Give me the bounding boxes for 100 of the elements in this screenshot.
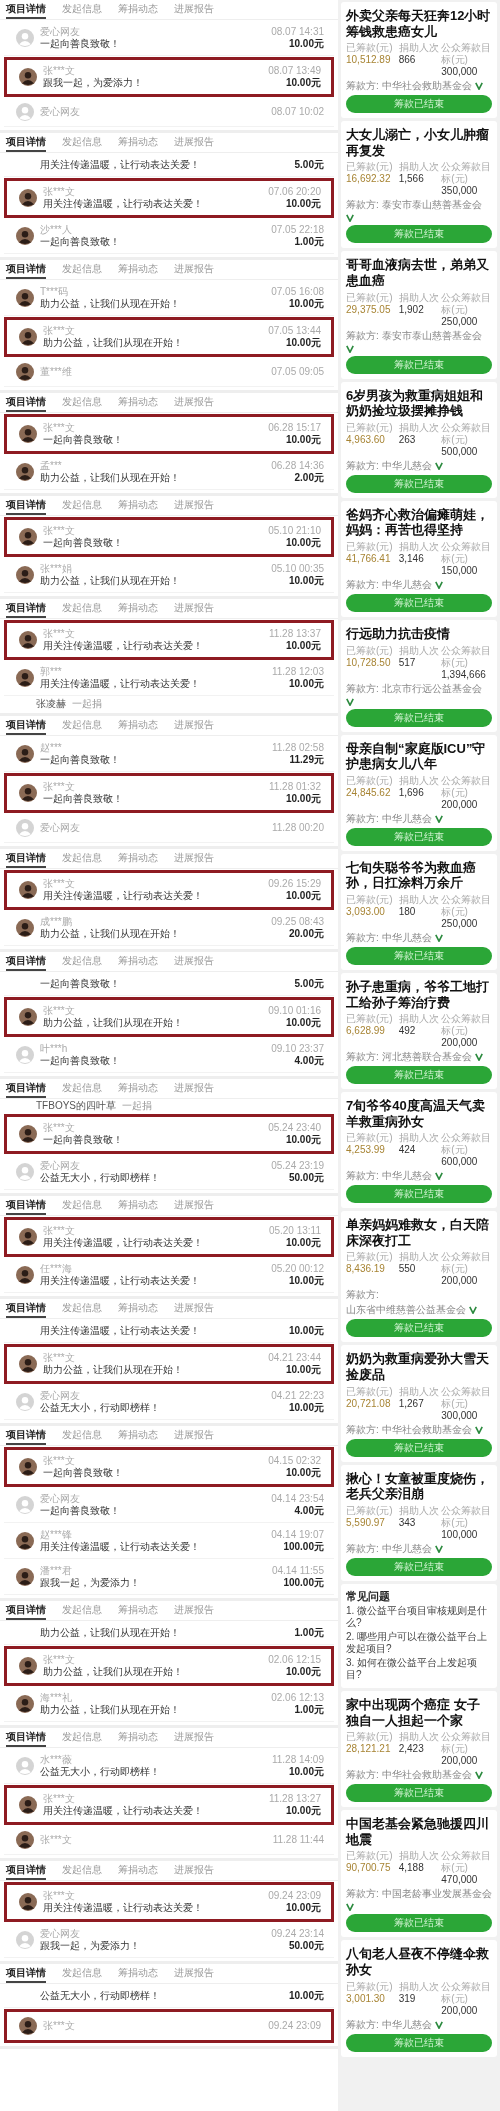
organizer-name: 泰安市泰山慈善基金会 xyxy=(381,199,482,212)
organizer-label: 筹款方: xyxy=(346,1888,379,1901)
project-title: 奶奶为救重病爱孙大雪天捡废品 xyxy=(346,1351,490,1383)
tab[interactable]: 发起信息 xyxy=(62,1967,102,1983)
tab[interactable]: 项目详情 xyxy=(6,719,46,735)
tab[interactable]: 进展报告 xyxy=(174,1604,214,1620)
tab[interactable]: 发起信息 xyxy=(62,3,102,19)
ended-button[interactable]: 筹款已结束 xyxy=(346,708,492,727)
tab[interactable]: 发起信息 xyxy=(62,136,102,152)
tab[interactable]: 筹捐动态 xyxy=(118,1429,158,1445)
tab[interactable]: 项目详情 xyxy=(6,3,46,19)
donation-amount: 10.00元 xyxy=(288,298,324,310)
donor-name: 张***文 xyxy=(43,65,75,77)
ended-button[interactable]: 筹款已结束 xyxy=(346,946,492,965)
tab[interactable]: 发起信息 xyxy=(62,1604,102,1620)
tab[interactable]: 筹捐动态 xyxy=(118,3,158,19)
tab[interactable]: 项目详情 xyxy=(6,1604,46,1620)
tab[interactable]: 筹捐动态 xyxy=(118,1302,158,1318)
tab[interactable]: 项目详情 xyxy=(6,852,46,868)
ended-button[interactable]: 筹款已结束 xyxy=(346,225,492,244)
tab[interactable]: 进展报告 xyxy=(174,1731,214,1747)
tab[interactable]: 筹捐动态 xyxy=(118,1082,158,1098)
tab[interactable]: 项目详情 xyxy=(6,955,46,971)
donor-name: 潘***君 xyxy=(40,1565,72,1577)
tab[interactable]: 进展报告 xyxy=(174,396,214,412)
tab[interactable]: 发起信息 xyxy=(62,1302,102,1318)
tab[interactable]: 筹捐动态 xyxy=(118,1967,158,1983)
tab[interactable]: 筹捐动态 xyxy=(118,136,158,152)
tab[interactable]: 进展报告 xyxy=(174,1302,214,1318)
tab[interactable]: 发起信息 xyxy=(62,499,102,515)
ended-button[interactable]: 筹款已结束 xyxy=(346,1438,492,1457)
organizer-label: 筹款方: xyxy=(346,1051,379,1064)
tab[interactable]: 进展报告 xyxy=(174,1967,214,1983)
tab[interactable]: 筹捐动态 xyxy=(118,263,158,279)
ended-button[interactable]: 筹款已结束 xyxy=(346,1914,492,1933)
tab[interactable]: 项目详情 xyxy=(6,1082,46,1098)
tab[interactable]: 进展报告 xyxy=(174,1864,214,1880)
tab[interactable]: 进展报告 xyxy=(174,955,214,971)
donation-amount: 50.00元 xyxy=(288,1940,324,1952)
tab[interactable]: 项目详情 xyxy=(6,1199,46,1215)
tab[interactable]: 发起信息 xyxy=(62,1082,102,1098)
tab[interactable]: 项目详情 xyxy=(6,136,46,152)
ended-button[interactable]: 筹款已结束 xyxy=(346,474,492,493)
tab[interactable]: 发起信息 xyxy=(62,602,102,618)
tab[interactable]: 筹捐动态 xyxy=(118,1731,158,1747)
tab[interactable]: 进展报告 xyxy=(174,852,214,868)
donation-time: 05.10 00:35 xyxy=(271,563,324,575)
donor-count: 319 xyxy=(398,1992,417,2005)
tab[interactable]: 筹捐动态 xyxy=(118,1199,158,1215)
tab[interactable]: 项目详情 xyxy=(6,499,46,515)
tab[interactable]: 发起信息 xyxy=(62,1864,102,1880)
tab[interactable]: 筹捐动态 xyxy=(118,602,158,618)
donor-name: T***码 xyxy=(40,286,68,298)
tab[interactable]: 项目详情 xyxy=(6,602,46,618)
ended-button[interactable]: 筹款已结束 xyxy=(346,827,492,846)
tab[interactable]: 项目详情 xyxy=(6,1864,46,1880)
tab[interactable]: 筹捐动态 xyxy=(118,955,158,971)
tab[interactable]: 项目详情 xyxy=(6,396,46,412)
donation-message: 跟我一起，为爱添力！ xyxy=(40,1577,140,1589)
tab[interactable]: 发起信息 xyxy=(62,1731,102,1747)
tab[interactable]: 筹捐动态 xyxy=(118,852,158,868)
tab[interactable]: 发起信息 xyxy=(62,1429,102,1445)
tab[interactable]: 筹捐动态 xyxy=(118,1604,158,1620)
tab[interactable]: 筹捐动态 xyxy=(118,396,158,412)
ended-button[interactable]: 筹款已结束 xyxy=(346,1319,492,1338)
tab[interactable]: 发起信息 xyxy=(62,719,102,735)
faq-link[interactable]: 2. 哪些用户可以在微公益平台上发起项目? xyxy=(346,1631,492,1656)
tab[interactable]: 筹捐动态 xyxy=(118,499,158,515)
tab[interactable]: 进展报告 xyxy=(174,3,214,19)
tab[interactable]: 发起信息 xyxy=(62,955,102,971)
tab[interactable]: 发起信息 xyxy=(62,396,102,412)
ended-button[interactable]: 筹款已结束 xyxy=(346,593,492,612)
tab[interactable]: 项目详情 xyxy=(6,1302,46,1318)
tab[interactable]: 筹捐动态 xyxy=(118,719,158,735)
tab[interactable]: 项目详情 xyxy=(6,263,46,279)
tab[interactable]: 项目详情 xyxy=(6,1967,46,1983)
tab[interactable]: 进展报告 xyxy=(174,136,214,152)
ended-button[interactable]: 筹款已结束 xyxy=(346,1066,492,1085)
tab[interactable]: 进展报告 xyxy=(174,499,214,515)
tab[interactable]: 项目详情 xyxy=(6,1731,46,1747)
tab[interactable]: 进展报告 xyxy=(174,602,214,618)
tab[interactable]: 进展报告 xyxy=(174,1082,214,1098)
ended-button[interactable]: 筹款已结束 xyxy=(346,355,492,374)
ended-button[interactable]: 筹款已结束 xyxy=(346,1557,492,1576)
ended-button[interactable]: 筹款已结束 xyxy=(346,1185,492,1204)
tab[interactable]: 发起信息 xyxy=(62,1199,102,1215)
tab[interactable]: 进展报告 xyxy=(174,1199,214,1215)
tab[interactable]: 发起信息 xyxy=(62,852,102,868)
ended-button[interactable]: 筹款已结束 xyxy=(346,1784,492,1803)
tab[interactable]: 进展报告 xyxy=(174,263,214,279)
tab[interactable]: 筹捐动态 xyxy=(118,1864,158,1880)
donation-time: 09.26 15:29 xyxy=(268,878,321,890)
tab[interactable]: 发起信息 xyxy=(62,263,102,279)
ended-button[interactable]: 筹款已结束 xyxy=(346,2033,492,2052)
tab[interactable]: 进展报告 xyxy=(174,1429,214,1445)
ended-button[interactable]: 筹款已结束 xyxy=(346,95,492,114)
tab[interactable]: 进展报告 xyxy=(174,719,214,735)
tab[interactable]: 项目详情 xyxy=(6,1429,46,1445)
faq-link[interactable]: 1. 微公益平台项目审核规则是什么? xyxy=(346,1605,492,1630)
faq-link[interactable]: 3. 如何在微公益平台上发起项目? xyxy=(346,1657,492,1682)
